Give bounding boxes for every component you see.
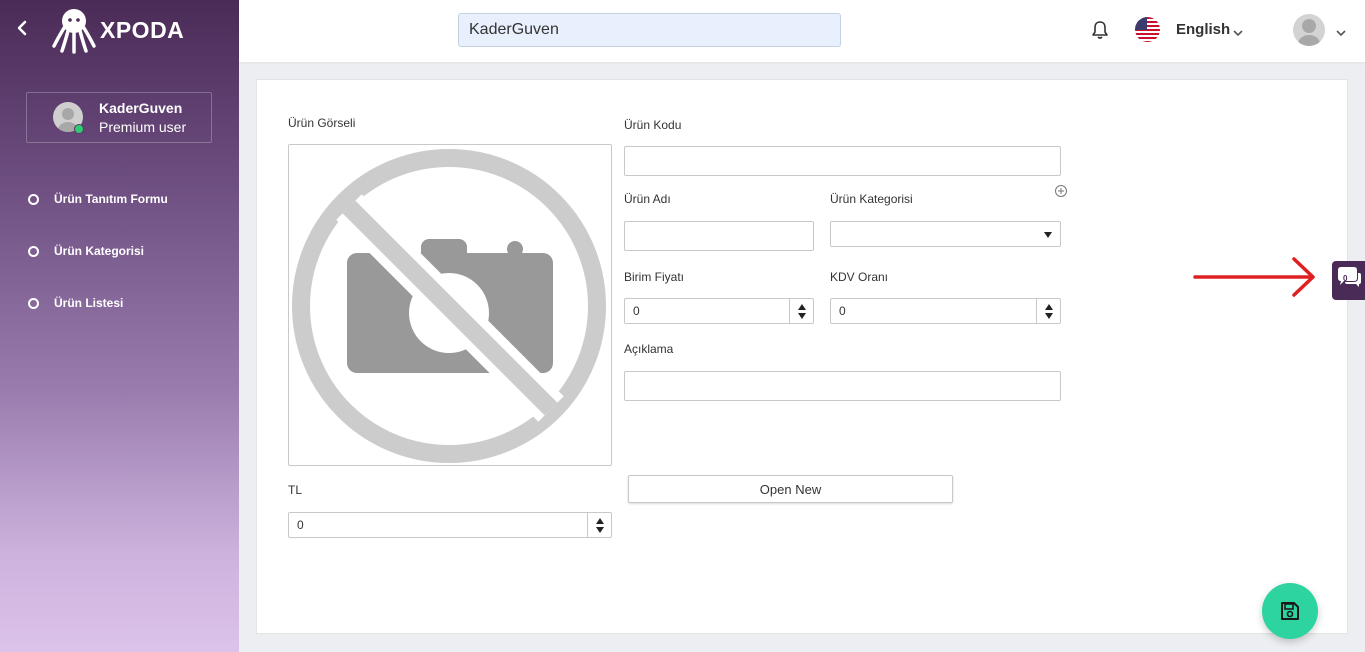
chat-bubbles-icon [1338, 267, 1361, 287]
vat-label: KDV Oranı [830, 270, 889, 284]
chevron-down-icon[interactable] [1335, 25, 1347, 37]
chat-count-badge: 0 [1343, 274, 1348, 283]
sidebar-item-label: Ürün Kategorisi [54, 244, 145, 258]
number-spinner[interactable] [789, 299, 813, 323]
vat-rate-input[interactable]: 0 [830, 298, 1061, 324]
sidebar-item-label: Ürün Tanıtım Formu [54, 192, 168, 206]
vat-rate-value: 0 [839, 304, 846, 318]
code-label: Ürün Kodu [624, 118, 682, 132]
sidebar-item-label: Ürün Listesi [54, 296, 124, 310]
sidebar-item-urun-tanitim-formu[interactable]: Ürün Tanıtım Formu [28, 192, 168, 206]
spin-up-icon[interactable] [1044, 303, 1053, 310]
search-input[interactable] [458, 13, 841, 47]
circle-bullet-icon [28, 245, 39, 257]
language-selector[interactable]: English [1176, 21, 1230, 38]
product-code-field[interactable] [624, 146, 1061, 176]
us-flag-icon[interactable] [1135, 17, 1160, 42]
chat-tab[interactable]: 0 [1332, 261, 1365, 300]
user-name: KaderGuven [99, 100, 183, 116]
floppy-disk-icon [1281, 602, 1299, 620]
unit-price-value: 0 [633, 304, 640, 318]
sidebar: XPODA KaderGuven Premium user Ürün Tanıt… [0, 0, 239, 652]
save-button[interactable] [1262, 583, 1318, 639]
category-label: Ürün Kategorisi [830, 192, 913, 206]
category-select[interactable] [830, 221, 1061, 247]
chevron-down-icon[interactable] [1232, 25, 1244, 37]
product-form-card: Ürün Görseli Ürün Kodu Ürün Adı Ürün Kat… [256, 79, 1348, 634]
circle-bullet-icon [28, 297, 39, 309]
circle-bullet-icon [28, 193, 39, 205]
product-name-field[interactable] [624, 221, 814, 251]
spin-up-icon[interactable] [797, 303, 806, 310]
header-avatar[interactable] [1293, 14, 1325, 46]
unit-price-input[interactable]: 0 [624, 298, 814, 324]
caret-down-icon [1044, 232, 1052, 238]
product-image[interactable] [288, 144, 612, 466]
logo-text: XPODA [100, 16, 185, 43]
description-label: Açıklama [624, 342, 674, 356]
logo[interactable]: XPODA [52, 6, 184, 54]
sidebar-item-urun-listesi[interactable]: Ürün Listesi [28, 296, 123, 310]
spin-down-icon[interactable] [1044, 312, 1053, 319]
back-chevron-icon[interactable] [14, 18, 32, 38]
user-role: Premium user [99, 119, 187, 135]
online-status-dot [74, 124, 84, 134]
description-field[interactable] [624, 371, 1061, 401]
add-circle-icon[interactable] [1054, 184, 1068, 198]
open-new-button[interactable]: Open New [628, 475, 953, 503]
number-spinner[interactable] [1036, 299, 1060, 323]
spin-down-icon[interactable] [797, 312, 806, 319]
top-header: English [239, 0, 1365, 62]
image-label: Ürün Görseli [288, 116, 356, 130]
octopus-logo-icon [52, 9, 96, 54]
name-label: Ürün Adı [624, 192, 671, 206]
bell-icon[interactable] [1091, 20, 1109, 40]
user-card[interactable]: KaderGuven Premium user [26, 92, 212, 143]
currency-label: TL [288, 483, 303, 497]
spin-down-icon[interactable] [595, 526, 604, 533]
currency-amount-value: 0 [297, 518, 304, 532]
spin-up-icon[interactable] [595, 517, 604, 524]
currency-amount-input[interactable]: 0 [288, 512, 612, 538]
no-image-icon [292, 149, 606, 463]
sidebar-item-urun-kategorisi[interactable]: Ürün Kategorisi [28, 244, 144, 258]
unit-price-label: Birim Fiyatı [624, 270, 684, 284]
number-spinner[interactable] [587, 513, 611, 537]
red-arrow-annotation [1192, 256, 1318, 298]
